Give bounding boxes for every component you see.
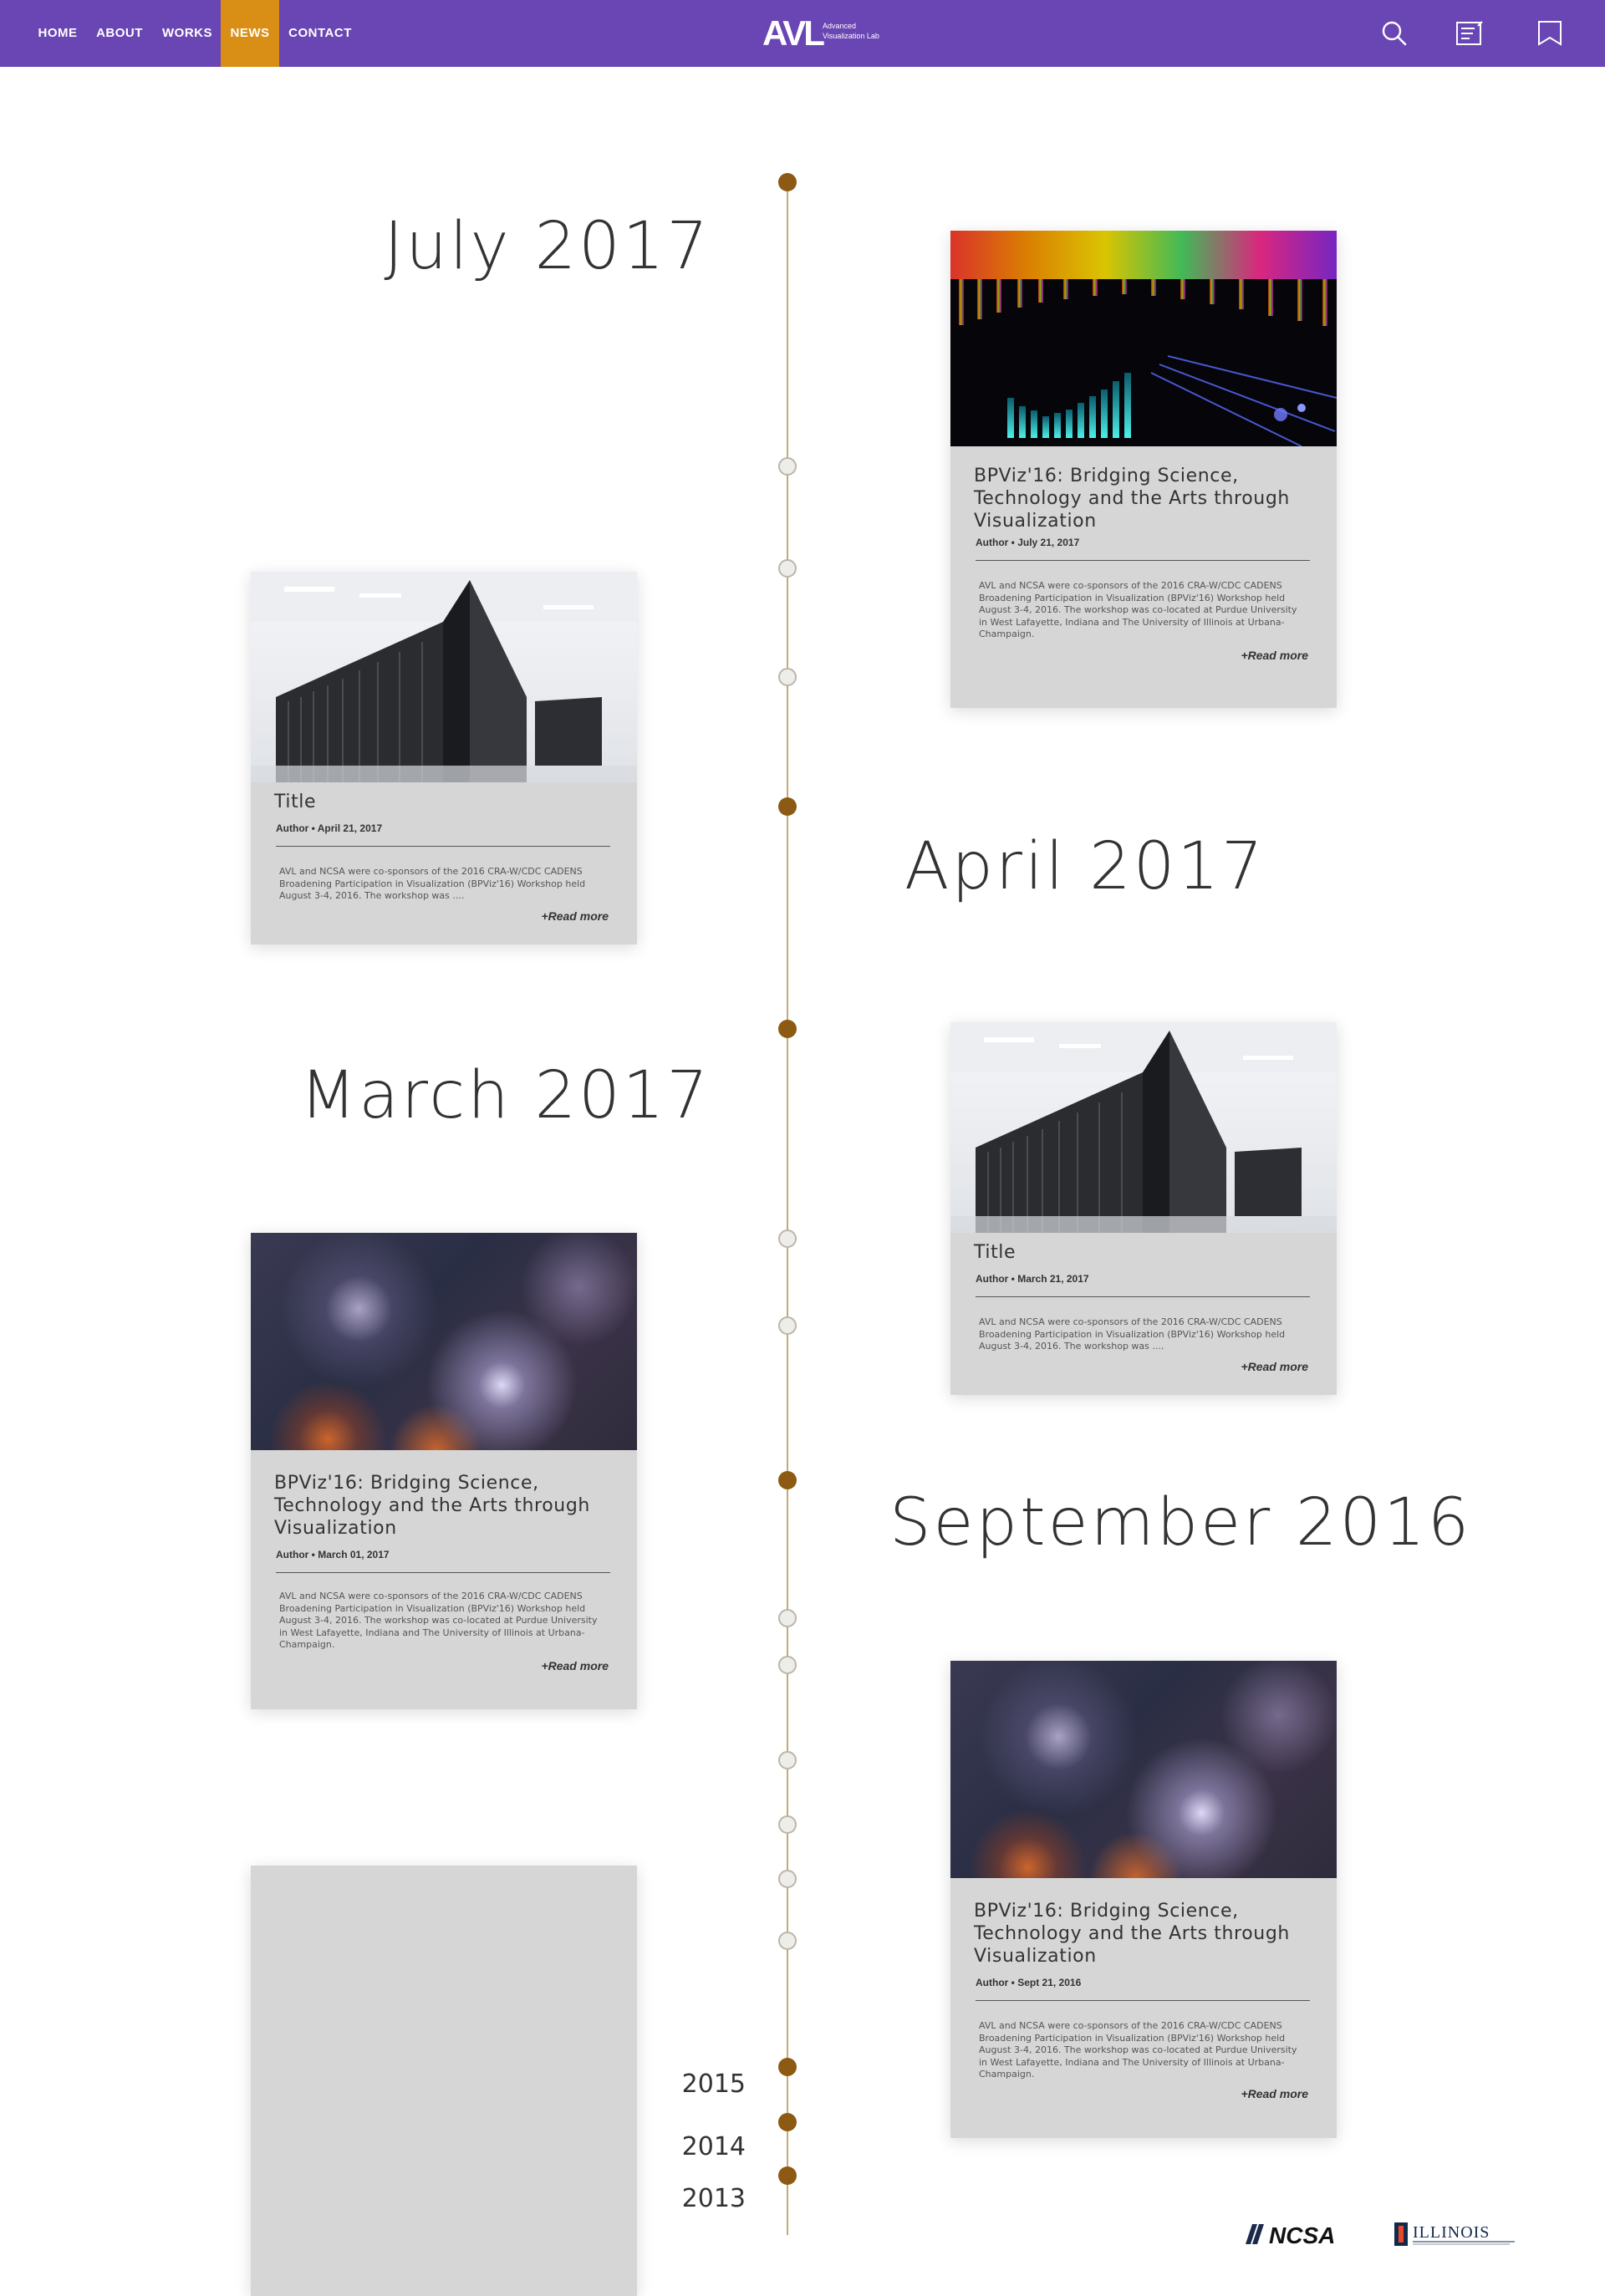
read-more-link[interactable]: +Read more (541, 909, 609, 923)
card-divider (276, 1572, 610, 1573)
timeline-dot-minor[interactable] (778, 1316, 797, 1335)
news-card[interactable]: Title Author • April 21, 2017 AVL and NC… (251, 572, 637, 944)
nav-home[interactable]: HOME (28, 0, 87, 67)
logo-mark: AVL (762, 13, 825, 53)
card-excerpt: AVL and NCSA were co-sponsors of the 201… (979, 2020, 1297, 2080)
logo-subtitle: Advanced Visualization Lab (823, 22, 879, 40)
card-image-galaxy (950, 1661, 1337, 1878)
timeline-dot-minor[interactable] (778, 1932, 797, 1950)
news-card[interactable]: BPViz'16: Bridging Science, Technology a… (251, 1233, 637, 1709)
timeline-dot-september-2016[interactable] (778, 1471, 797, 1489)
timeline-dot-march-2017[interactable] (778, 1020, 797, 1038)
illinois-logo-text: ILLINOIS (1413, 2223, 1490, 2242)
placeholder-card (251, 1866, 637, 2296)
read-more-link[interactable]: +Read more (1241, 649, 1308, 662)
card-title[interactable]: BPViz'16: Bridging Science, Technology a… (274, 1472, 617, 1540)
nav-news[interactable]: NEWS (221, 0, 279, 67)
read-more-link[interactable]: +Read more (1241, 1360, 1308, 1373)
nav-works[interactable]: WORKS (157, 0, 217, 67)
year-label-2013[interactable]: 2013 (682, 2184, 746, 2213)
card-excerpt: AVL and NCSA were co-sponsors of the 201… (979, 580, 1297, 639)
month-heading-july-2017: July 2017 (384, 209, 711, 284)
search-icon[interactable] (1379, 18, 1409, 48)
card-meta: Author • April 21, 2017 (276, 822, 383, 834)
news-card[interactable]: BPViz'16: Bridging Science, Technology a… (950, 231, 1337, 708)
timeline-dot-minor[interactable] (778, 559, 797, 578)
news-card[interactable]: BPViz'16: Bridging Science, Technology a… (950, 1661, 1337, 2138)
card-divider (976, 2000, 1310, 2001)
nav-contact[interactable]: CONTACT (284, 0, 356, 67)
timeline-dot-minor[interactable] (778, 1815, 797, 1834)
avl-logo[interactable]: AVL Advanced Visualization Lab (762, 13, 896, 53)
month-heading-march-2017: March 2017 (299, 1058, 711, 1133)
card-excerpt: AVL and NCSA were co-sponsors of the 201… (979, 1316, 1286, 1352)
timeline-line (787, 182, 788, 2235)
card-meta: Author • Sept 21, 2016 (976, 1977, 1082, 1988)
card-image-supercomputer (251, 572, 637, 782)
timeline-dot-minor[interactable] (778, 1229, 797, 1248)
nav-about[interactable]: ABOUT (90, 0, 149, 67)
card-image-light-rays (950, 231, 1337, 446)
top-navbar: HOME ABOUT WORKS NEWS CONTACT AVL Advanc… (0, 0, 1605, 67)
timeline-dot-minor[interactable] (778, 1656, 797, 1674)
news-card[interactable]: Title Author • March 21, 2017 AVL and NC… (950, 1022, 1337, 1395)
card-excerpt: AVL and NCSA were co-sponsors of the 201… (279, 866, 586, 901)
card-title[interactable]: Title (274, 791, 316, 813)
timeline-dot-minor[interactable] (778, 1870, 797, 1888)
timeline-dot-minor[interactable] (778, 457, 797, 476)
card-meta: Author • March 21, 2017 (976, 1273, 1089, 1285)
ncsa-logo-text: NCSA (1269, 2222, 1335, 2248)
card-divider (976, 560, 1310, 561)
timeline-dot-minor[interactable] (778, 1751, 797, 1769)
ncsa-logo[interactable]: NCSA (1244, 2219, 1353, 2249)
timeline-dot-minor[interactable] (778, 1609, 797, 1627)
month-heading-september-2016: September 2016 (889, 1485, 1472, 1560)
card-divider (976, 1296, 1310, 1297)
card-title[interactable]: BPViz'16: Bridging Science, Technology a… (974, 1900, 1317, 1968)
timeline-dot-july-2017[interactable] (778, 173, 797, 191)
timeline-dot-minor[interactable] (778, 668, 797, 686)
card-title[interactable]: Title (974, 1241, 1016, 1264)
card-divider (276, 846, 610, 847)
card-title[interactable]: BPViz'16: Bridging Science, Technology a… (974, 465, 1317, 532)
month-heading-april-2017: April 2017 (904, 829, 1266, 904)
year-label-2014[interactable]: 2014 (682, 2132, 746, 2161)
card-meta: Author • July 21, 2017 (976, 537, 1080, 548)
notes-icon[interactable] (1455, 18, 1485, 48)
year-label-2015[interactable]: 2015 (682, 2069, 746, 2099)
timeline-dot-2014[interactable] (778, 2113, 797, 2131)
card-image-galaxy (251, 1233, 637, 1450)
timeline-dot-2015[interactable] (778, 2058, 797, 2076)
card-image-supercomputer (950, 1022, 1337, 1233)
timeline-dot-2013[interactable] (778, 2166, 797, 2185)
read-more-link[interactable]: +Read more (541, 1659, 609, 1672)
read-more-link[interactable]: +Read more (1241, 2087, 1308, 2100)
bookmark-icon[interactable] (1535, 18, 1565, 48)
card-excerpt: AVL and NCSA were co-sponsors of the 201… (279, 1591, 598, 1650)
illinois-logo[interactable]: ILLINOIS (1393, 2219, 1518, 2249)
card-meta: Author • March 01, 2017 (276, 1549, 390, 1560)
timeline-dot-april-2017[interactable] (778, 797, 797, 816)
